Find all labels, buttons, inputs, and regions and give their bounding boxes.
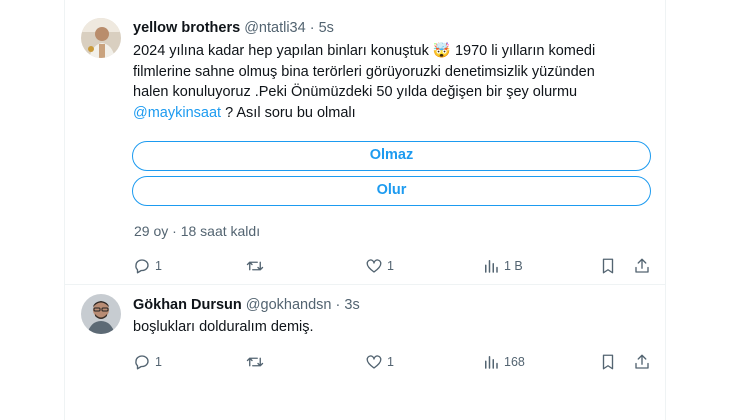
retweet-button[interactable]	[246, 352, 264, 372]
reply-button[interactable]: 1	[133, 256, 162, 276]
tweet-actions: 1 1 168	[133, 352, 653, 372]
views-icon	[485, 260, 498, 273]
tweet-text-line: 2024 yılına kadar hep yapılan binları ko…	[133, 43, 596, 59]
like-count: 1	[387, 355, 394, 369]
user-handle[interactable]: @ntatli34	[244, 20, 305, 36]
tweet-2[interactable]: Gökhan Dursun @gokhandsn · 3s boşlukları…	[65, 285, 665, 420]
separator-dot: ·	[172, 223, 177, 239]
separator-dot: ·	[335, 297, 341, 313]
views-icon	[485, 356, 498, 369]
retweet-button[interactable]	[246, 256, 264, 276]
retweet-icon	[246, 357, 264, 367]
timestamp[interactable]: 5s	[319, 20, 334, 36]
avatar[interactable]	[81, 18, 121, 58]
reply-icon	[135, 259, 149, 274]
poll-votes: 29 oy	[134, 223, 169, 239]
tweet-text: 2024 yılına kadar hep yapılan binları ko…	[133, 41, 653, 123]
poll-option-olmaz[interactable]: Olmaz	[132, 141, 651, 171]
retweet-icon	[246, 261, 264, 271]
avatar-image	[81, 18, 121, 58]
mention-link[interactable]: @maykinsaat	[133, 105, 221, 121]
bookmark-icon	[602, 354, 614, 370]
user-handle[interactable]: @gokhandsn	[246, 297, 332, 313]
heart-icon	[366, 259, 382, 273]
tweet-text-line: halen konuluyoruz .Peki Önümüzdeki 50 yı…	[133, 84, 578, 100]
like-button[interactable]: 1	[365, 256, 394, 276]
tweet-actions: 1 1 1 B	[133, 256, 653, 276]
share-icon	[635, 258, 649, 273]
bookmark-icon	[602, 258, 614, 274]
view-count: 1 B	[504, 259, 523, 273]
share-icon	[635, 354, 649, 369]
poll-option-olur[interactable]: Olur	[132, 176, 651, 206]
tweet-1[interactable]: yellow brothers @ntatli34 · 5s 2024 yılı…	[65, 0, 665, 290]
timeline: yellow brothers @ntatli34 · 5s 2024 yılı…	[64, 0, 666, 420]
tweet-header: yellow brothers @ntatli34 · 5s	[133, 20, 334, 36]
avatar-image	[81, 294, 121, 334]
share-button[interactable]	[633, 256, 651, 276]
reply-button[interactable]: 1	[133, 352, 162, 372]
display-name[interactable]: Gökhan Dursun	[133, 297, 242, 313]
views-button[interactable]: 168	[482, 352, 525, 372]
view-count: 168	[504, 355, 525, 369]
timestamp[interactable]: 3s	[344, 297, 359, 313]
tweet-text-tail: ? Asıl soru bu olmalı	[221, 104, 356, 121]
share-button[interactable]	[633, 352, 651, 372]
poll-remaining: 18 saat kaldı	[180, 223, 261, 239]
tweet-header: Gökhan Dursun @gokhandsn · 3s	[133, 297, 360, 313]
reply-count: 1	[155, 355, 162, 369]
views-button[interactable]: 1 B	[482, 256, 523, 276]
tweet-text-line: filmlerine sahne olmuş bina terörleri gö…	[133, 63, 595, 80]
display-name[interactable]: yellow brothers	[133, 20, 240, 36]
separator-dot: ·	[309, 20, 315, 36]
bookmark-button[interactable]	[599, 352, 617, 372]
reply-icon	[135, 355, 149, 370]
like-button[interactable]: 1	[365, 352, 394, 372]
reply-count: 1	[155, 259, 162, 273]
poll-meta: 29 oy · 18 saat kaldı	[134, 223, 260, 239]
tweet-text-line: @maykinsaat ? Asıl soru bu olmalı	[133, 103, 653, 124]
tweet-text: boşlukları dolduralım demiş.	[133, 319, 314, 335]
bookmark-button[interactable]	[599, 256, 617, 276]
heart-icon	[366, 355, 382, 369]
avatar[interactable]	[81, 294, 121, 334]
like-count: 1	[387, 259, 394, 273]
